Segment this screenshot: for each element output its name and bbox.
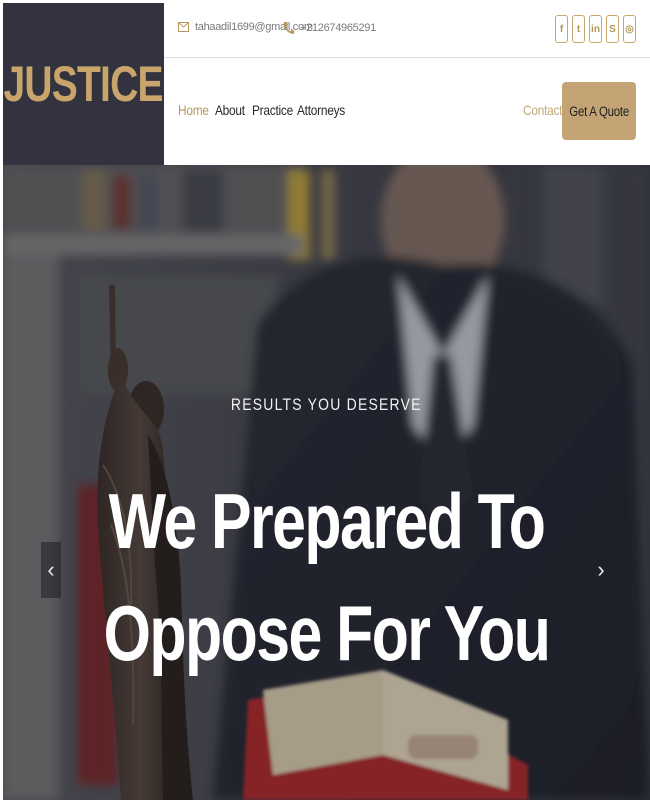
get-quote-button[interactable]: Get A Quote <box>562 82 636 140</box>
hero-eyebrow-text: RESULTS YOU DESERVE <box>231 395 422 414</box>
main-nav: Home About Practice Attorneys Contact Ge… <box>164 58 650 165</box>
top-contact-bar: tahaadil1699@gmail.com +212674965291 f t… <box>164 0 650 58</box>
hero-headline-line1: We Prepared To <box>108 477 546 565</box>
logo-text[interactable]: JUSTICE <box>4 55 164 113</box>
social-links: f t in S ◎ <box>555 15 636 43</box>
nav-attorneys[interactable]: Attorneys <box>297 102 345 118</box>
skype-icon[interactable]: S <box>606 15 619 43</box>
twitter-icon[interactable]: t <box>572 15 585 43</box>
phone-contact[interactable]: +212674965291 <box>282 21 376 35</box>
phone-icon <box>283 22 294 34</box>
page: JUSTICE tahaadil1699@gmail.com +21267496… <box>0 0 650 800</box>
hero-headline: We Prepared To Oppose For You <box>3 465 650 689</box>
instagram-icon[interactable]: ◎ <box>623 15 636 43</box>
hero-slider: RESULTS YOU DESERVE We Prepared To Oppos… <box>3 165 650 800</box>
phone-text[interactable]: +212674965291 <box>300 22 376 34</box>
slider-prev-button[interactable]: ‹ <box>41 542 61 598</box>
nav-home[interactable]: Home <box>178 102 209 118</box>
slider-next-button[interactable]: › <box>591 542 611 598</box>
linkedin-icon[interactable]: in <box>589 15 602 43</box>
nav-about[interactable]: About <box>215 102 245 118</box>
get-quote-label: Get A Quote <box>569 103 629 119</box>
logo-block[interactable]: JUSTICE <box>3 3 164 165</box>
nav-contact[interactable]: Contact <box>523 102 562 118</box>
facebook-icon[interactable]: f <box>555 15 568 43</box>
hero-headline-line2: Oppose For You <box>103 589 551 677</box>
nav-practice[interactable]: Practice <box>252 102 293 118</box>
envelope-icon <box>178 22 189 32</box>
hero-eyebrow: RESULTS YOU DESERVE <box>3 395 650 415</box>
